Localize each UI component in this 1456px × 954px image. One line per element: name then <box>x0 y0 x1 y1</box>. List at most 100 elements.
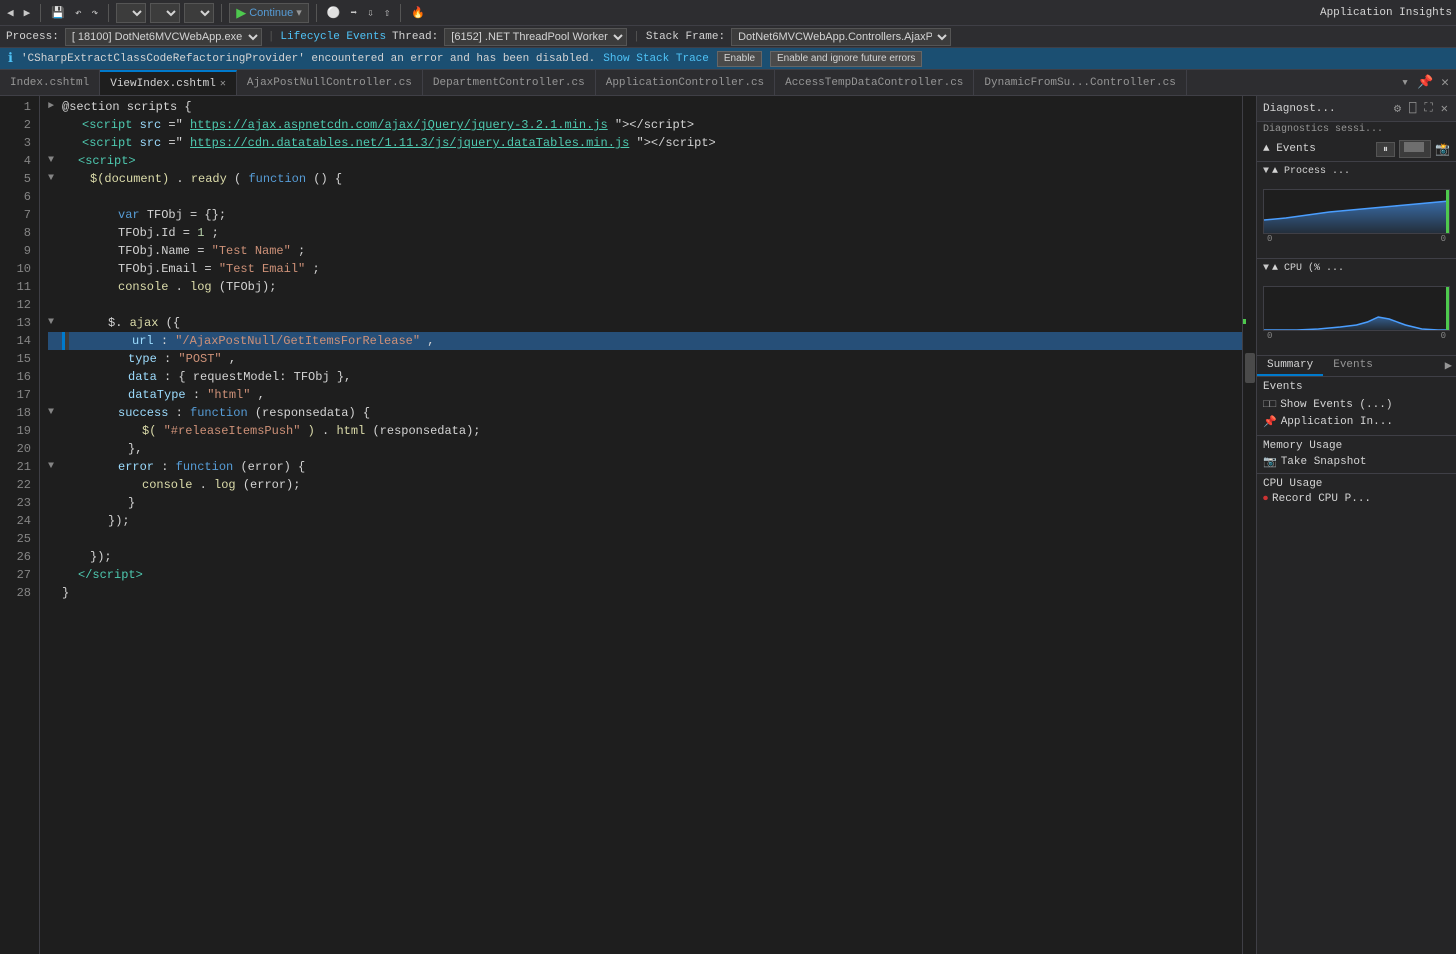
back-icon[interactable]: ◀ <box>4 6 17 20</box>
separator-3 <box>221 4 222 22</box>
take-snapshot-label[interactable]: Take Snapshot <box>1281 456 1367 468</box>
code-line: ▼ success : function (responsedata) { <box>48 404 1242 422</box>
record-icon: ⏺ <box>1263 493 1268 505</box>
separator-4 <box>316 4 317 22</box>
code-line: }); <box>48 548 1242 566</box>
expand-icon[interactable]: ▼ <box>48 404 62 422</box>
stack-frame-selector[interactable]: DotNet6MVCWebApp.Controllers.AjaxPos... <box>731 28 951 46</box>
thread-selector[interactable]: [6152] .NET ThreadPool Worker <box>444 28 627 46</box>
memory-green-bar <box>1446 190 1449 233</box>
separator-pipe2: | <box>633 31 640 43</box>
info-icon: ℹ <box>8 51 13 66</box>
breakpoint-icon[interactable]: ⚪ <box>324 6 344 20</box>
memory-usage-section: Memory Usage 📷 Take Snapshot <box>1257 435 1456 473</box>
show-events-label[interactable]: Show Events (...) <box>1280 399 1392 411</box>
code-line: $( "#releaseItemsPush" ) . html (respons… <box>48 422 1242 440</box>
record-cpu-item[interactable]: ⏺ Record CPU P... <box>1263 493 1450 505</box>
diag-zoom-icon[interactable]: ⛶ <box>1422 101 1434 116</box>
separator-1 <box>40 4 41 22</box>
separator-5 <box>400 4 401 22</box>
tab-list-icon[interactable]: ▾ <box>1398 75 1412 90</box>
diag-session-label: Diagnostics sessi... <box>1257 122 1456 137</box>
code-content[interactable]: ► @section scripts { <script src =" http… <box>40 96 1242 954</box>
code-line: type : "POST" , <box>48 350 1242 368</box>
code-line: console . log (TFObj); <box>48 278 1242 296</box>
events-section-label: ▲ Events <box>1263 143 1316 155</box>
expand-icon[interactable]: ▼ <box>48 458 62 476</box>
tab-dynamicfromsu-controller[interactable]: DynamicFromSu...Controller.cs <box>974 70 1186 96</box>
show-stack-trace-link[interactable]: Show Stack Trace <box>603 53 709 65</box>
code-editor: 12345 678910 1112131415 1617181920 21222… <box>0 96 1256 954</box>
app-insights-events-label[interactable]: Application In... <box>1281 416 1393 428</box>
code-line: </script> <box>48 566 1242 584</box>
tab-viewindex-cshtml[interactable]: ViewIndex.cshtml ✕ <box>100 70 237 96</box>
tab-ajaxpost-controller[interactable]: AjaxPostNullController.cs <box>237 70 423 96</box>
tab-application-controller[interactable]: ApplicationController.cs <box>596 70 775 96</box>
tabs-expand-icon[interactable]: ▶ <box>1441 356 1456 376</box>
camera-icon[interactable]: 📸 <box>1435 142 1450 157</box>
code-line: <script src =" https://cdn.datatables.ne… <box>48 134 1242 152</box>
separator-2 <box>108 4 109 22</box>
step-into-icon[interactable]: ⇩ <box>364 6 377 20</box>
tab-department-controller[interactable]: DepartmentController.cs <box>423 70 596 96</box>
lifecycle-events-btn[interactable]: Lifecycle Events <box>280 31 386 43</box>
tab-label: Index.cshtml <box>10 77 89 89</box>
app-insights-icon: 📌 <box>1263 415 1277 429</box>
show-events-item[interactable]: □□ Show Events (...) <box>1263 397 1450 413</box>
tab-label: ViewIndex.cshtml <box>110 78 216 90</box>
play-icon: ▶ <box>236 5 246 21</box>
tab-summary[interactable]: Summary <box>1257 356 1323 376</box>
expand-icon[interactable]: ► <box>48 98 62 116</box>
code-line: data : { requestModel: TFObj }, <box>48 368 1242 386</box>
pause-button[interactable]: ⏸ <box>1376 142 1395 157</box>
tab-label: AjaxPostNullController.cs <box>247 77 412 89</box>
cpu-bottom-right: 0 <box>1441 331 1446 341</box>
scroll-thumb[interactable] <box>1245 353 1255 383</box>
app-dropdown[interactable]: DotNet6MVCWebApp <box>184 3 214 23</box>
enable-button[interactable]: Enable <box>717 51 762 67</box>
diagnostics-panel: Diagnost... ⚙ ⎕ ⛶ ✕ Diagnostics sessi...… <box>1256 96 1456 954</box>
diag-close-icon[interactable]: ✕ <box>1439 101 1450 116</box>
memory-chart <box>1264 190 1449 234</box>
green-indicator <box>1243 319 1246 324</box>
tab-close-icon[interactable]: ✕ <box>1438 75 1452 90</box>
code-line: ▼ <script> <box>48 152 1242 170</box>
code-line: } <box>48 494 1242 512</box>
continue-button[interactable]: ▶ Continue ▾ <box>229 3 309 23</box>
app-insights-item[interactable]: 📌 Application In... <box>1263 413 1450 431</box>
main-layout: 12345 678910 1112131415 1617181920 21222… <box>0 96 1456 954</box>
memory-usage-label: Memory Usage <box>1263 440 1450 452</box>
collapse-memory-icon[interactable]: ▼ <box>1263 166 1269 177</box>
forward-icon[interactable]: ▶ <box>21 6 34 20</box>
process-selector[interactable]: [ 18100] DotNet6MVCWebApp.exe <box>65 28 262 46</box>
code-line: ▼ error : function (error) { <box>48 458 1242 476</box>
hot-reload-icon[interactable]: 🔥 <box>408 6 428 20</box>
tab-accesstempdata-controller[interactable]: AccessTempDataController.cs <box>775 70 974 96</box>
diag-undock-icon[interactable]: ⎕ <box>1407 101 1418 116</box>
expand-icon[interactable]: ▼ <box>48 152 62 170</box>
tab-pin-icon[interactable]: 📌 <box>1414 75 1436 90</box>
collapse-cpu-icon[interactable]: ▼ <box>1263 263 1269 274</box>
cpu-dropdown[interactable]: Any CPU <box>150 3 180 23</box>
step-over-icon[interactable]: ➡ <box>347 6 360 20</box>
record-label[interactable]: Record CPU P... <box>1272 493 1371 505</box>
info-bar: ℹ 'CSharpExtractClassCodeRefactoringProv… <box>0 48 1456 70</box>
code-line: ▼ $. ajax ({ <box>48 314 1242 332</box>
tab-events[interactable]: Events <box>1323 356 1383 376</box>
tab-label: DepartmentController.cs <box>433 77 585 89</box>
code-line-highlighted: url : "/AjaxPostNull/GetItemsForRelease"… <box>48 332 1242 350</box>
expand-icon[interactable]: ▼ <box>48 170 62 188</box>
debug-dropdown[interactable]: Debug <box>116 3 146 23</box>
enable-ignore-button[interactable]: Enable and ignore future errors <box>770 51 922 67</box>
take-snapshot-item[interactable]: 📷 Take Snapshot <box>1263 455 1450 469</box>
process-label: Process: <box>6 31 59 43</box>
redo-icon[interactable]: ↷ <box>89 6 102 20</box>
save-all-icon[interactable]: 💾 <box>48 6 68 20</box>
minimap[interactable] <box>1242 96 1256 954</box>
undo-icon[interactable]: ↶ <box>72 6 85 20</box>
tab-index-cshtml[interactable]: Index.cshtml <box>0 70 100 96</box>
expand-icon[interactable]: ▼ <box>48 314 62 332</box>
diag-settings-icon[interactable]: ⚙ <box>1392 101 1403 116</box>
close-icon[interactable]: ✕ <box>220 78 226 90</box>
step-out-icon[interactable]: ⇧ <box>381 6 394 20</box>
